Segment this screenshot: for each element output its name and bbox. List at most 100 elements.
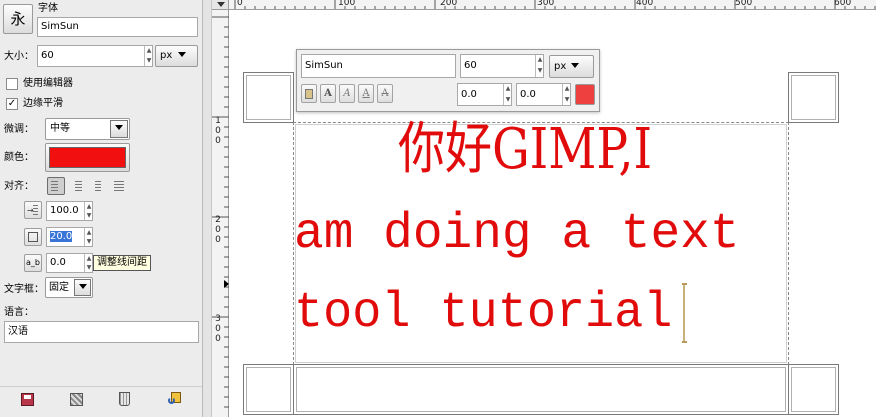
letter-spacing-icon-text: a_b: [26, 258, 40, 267]
kerning-spinner[interactable]: ▲ ▼: [562, 84, 571, 105]
justify-right-icon[interactable]: [68, 177, 86, 195]
underline-label: A: [362, 88, 370, 99]
chevron-down-icon: [178, 52, 187, 57]
horizontal-ruler[interactable]: 0 100 200 300 400 500 600: [229, 0, 876, 10]
ruler-label: 0: [215, 235, 221, 245]
ruler-label: 2: [215, 215, 221, 225]
tooltip-text: 调整线间距: [97, 257, 147, 268]
oce-font-input[interactable]: SimSun: [301, 54, 456, 78]
color-label: 颜色：: [4, 152, 34, 163]
on-canvas-style-editor[interactable]: SimSun 60 ▲ ▼ px A A A A 0.0 ▲ ▼ 0.0 ▲ ▼: [296, 49, 600, 112]
indent-spinner[interactable]: ▲ ▼: [84, 202, 93, 220]
oce-size-value: 60: [464, 60, 477, 71]
ruler-label: 400: [636, 0, 654, 8]
text-color-swatch[interactable]: [575, 84, 595, 105]
baseline-value: 0.0: [461, 89, 477, 100]
ruler-label: 100: [338, 0, 356, 8]
size-value: 60: [41, 50, 54, 61]
ruler-label: 1: [215, 116, 221, 126]
font-preview-button[interactable]: 永: [3, 4, 33, 34]
oce-unit-select[interactable]: px: [549, 55, 594, 78]
box-select[interactable]: 固定: [45, 277, 93, 298]
size-unit-value: px: [160, 50, 173, 61]
kerning-value: 0.0: [520, 89, 536, 100]
reset-icon[interactable]: [168, 392, 182, 406]
hinting-value: 中等: [50, 123, 70, 134]
canvas-text-line-3[interactable]: tool tutorial: [294, 284, 672, 344]
language-input[interactable]: 汉语: [4, 321, 199, 343]
underline-button[interactable]: A: [358, 84, 374, 103]
strikethrough-button[interactable]: A: [377, 84, 393, 103]
line-spacing-icon: [24, 228, 42, 246]
use-editor-checkbox[interactable]: [6, 78, 18, 90]
font-input[interactable]: SimSun: [37, 17, 198, 37]
line-spacing-spinner[interactable]: ▲ ▼: [84, 228, 93, 246]
bold-button[interactable]: A: [320, 84, 336, 103]
restore-icon[interactable]: [70, 393, 83, 406]
ruler-label: 0: [215, 334, 221, 344]
indent-icon: →: [24, 201, 42, 219]
resize-handle-top-right[interactable]: [788, 72, 839, 123]
size-input[interactable]: 60: [37, 45, 153, 67]
ruler-label: 0: [215, 324, 221, 334]
clear-style-icon[interactable]: [301, 84, 317, 103]
letter-spacing-spinner[interactable]: ▲ ▼: [84, 254, 93, 272]
ruler-label: 0: [237, 0, 243, 8]
resize-handle-top-left[interactable]: [243, 72, 294, 123]
language-value: 汉语: [8, 326, 28, 337]
ruler-label: 3: [215, 314, 221, 324]
chevron-down-icon: [571, 63, 580, 68]
antialias-checkbox[interactable]: ✓: [6, 98, 18, 110]
indent-value: 100.0: [50, 205, 79, 216]
color-button[interactable]: [45, 143, 130, 172]
checkmark-icon: ✓: [7, 98, 17, 109]
oce-font-value: SimSun: [305, 60, 343, 71]
resize-handle-bottom[interactable]: [293, 364, 789, 415]
chevron-down-icon: [115, 125, 123, 130]
italic-button[interactable]: A: [339, 84, 355, 103]
oce-size-spinner[interactable]: ▲ ▼: [535, 55, 544, 77]
hinting-dropdown-button[interactable]: [110, 120, 128, 138]
ruler-corner[interactable]: [212, 0, 229, 10]
box-dropdown-button[interactable]: [74, 279, 91, 296]
box-label: 文字框：: [4, 284, 44, 295]
bold-label: A: [324, 88, 332, 99]
tool-options-panel: 永 字体 SimSun 大小： 60 ▲ ▼ px 使用编辑器 ✓ 边缘平滑 微调…: [0, 0, 203, 417]
justify-label: 对齐：: [4, 181, 34, 192]
color-swatch: [49, 147, 126, 168]
ruler-label: 300: [537, 0, 555, 8]
baseline-spinner[interactable]: ▲ ▼: [503, 84, 512, 105]
oce-unit-value: px: [554, 61, 567, 72]
size-unit-select[interactable]: px: [155, 45, 198, 67]
ruler-pointer-marker: [224, 280, 229, 288]
box-value: 固定: [49, 282, 69, 293]
justify-center-icon[interactable]: [89, 177, 107, 195]
ruler-label: 500: [735, 0, 753, 8]
vertical-ruler[interactable]: 1 0 0 2 0 0 3 0 0: [212, 10, 229, 417]
letter-spacing-icon: a_b: [24, 254, 42, 272]
canvas-text-line-2[interactable]: am doing a text: [294, 205, 740, 265]
canvas-text-line-1[interactable]: 你好GIMP,I: [398, 118, 652, 182]
resize-handle-bottom-left[interactable]: [243, 364, 294, 415]
ruler-label: 200: [440, 0, 458, 8]
ruler-label: 0: [215, 136, 221, 146]
ruler-label: 0: [215, 225, 221, 235]
strikethrough-label: A: [381, 88, 389, 99]
justify-left-icon[interactable]: [47, 177, 65, 195]
justify-fill-icon[interactable]: [110, 177, 128, 195]
italic-label: A: [343, 88, 351, 99]
line-spacing-value: 20.0: [50, 231, 73, 242]
oce-size-input[interactable]: 60: [460, 54, 544, 78]
panel-scrollbar[interactable]: [203, 0, 212, 417]
font-label: 字体: [38, 3, 58, 14]
size-spinner[interactable]: ▲ ▼: [144, 46, 153, 66]
ruler-label: 600: [834, 0, 852, 8]
hinting-label: 微调：: [4, 124, 34, 135]
antialias-label: 边缘平滑: [23, 98, 63, 109]
hinting-select[interactable]: 中等: [45, 118, 130, 140]
resize-handle-bottom-right[interactable]: [788, 364, 839, 415]
delete-icon[interactable]: [119, 392, 130, 406]
save-icon[interactable]: [21, 393, 34, 406]
ruler-label: 0: [215, 126, 221, 136]
letter-spacing-value: 0.0: [50, 257, 66, 268]
